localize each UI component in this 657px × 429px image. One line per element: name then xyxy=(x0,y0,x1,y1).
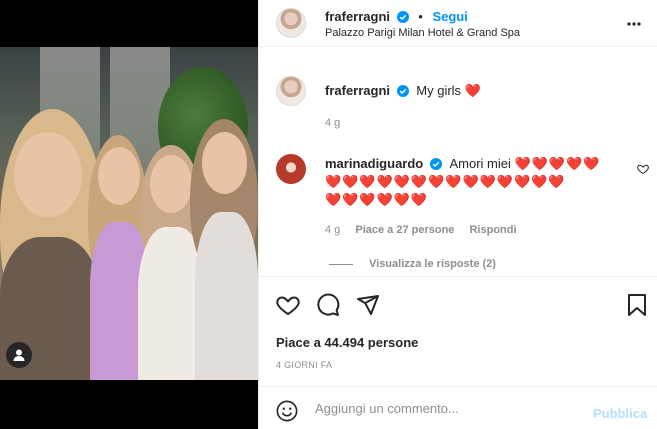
like-heart-icon[interactable] xyxy=(276,293,300,317)
comment-username[interactable]: marinadiguardo xyxy=(325,156,423,171)
comment-hearts-line1: ❤️❤️❤️❤️❤️ xyxy=(514,156,601,171)
replies-divider xyxy=(329,263,353,265)
share-paper-plane-icon[interactable] xyxy=(356,293,380,317)
view-replies-button[interactable]: Visualizza le risposte (2) xyxy=(329,258,496,270)
comment-input[interactable] xyxy=(315,398,585,418)
emoji-smiley-icon[interactable] xyxy=(276,400,298,422)
follow-button[interactable]: Segui xyxy=(432,9,467,24)
person-face xyxy=(150,155,192,213)
photo-pane xyxy=(0,0,258,429)
comment-bubble-icon[interactable] xyxy=(316,293,340,317)
verified-badge-icon xyxy=(396,11,409,23)
person-face xyxy=(98,147,140,205)
caption-heart-emoji: ❤️ xyxy=(464,83,482,98)
comment: marinadiguardo Amori miei ❤️❤️❤️❤️❤️ ❤️❤… xyxy=(325,155,625,209)
person-face xyxy=(14,132,82,217)
post-likes[interactable]: Piace a 44.494 persone xyxy=(276,335,418,350)
publish-button[interactable]: Pubblica xyxy=(593,406,647,421)
caption-text: My girls xyxy=(416,83,462,98)
header-user-line: fraferragni • Segui xyxy=(325,9,468,24)
comment-like-heart-icon[interactable] xyxy=(637,163,649,175)
more-options-icon[interactable] xyxy=(626,16,642,32)
verified-badge-icon xyxy=(396,85,409,97)
post-actions: Piace a 44.494 persone 4 GIORNI FA xyxy=(259,276,657,386)
author-avatar[interactable] xyxy=(276,8,306,38)
user-icon xyxy=(13,349,25,361)
caption: fraferragni My girls ❤️ xyxy=(325,83,482,99)
comment-hearts-line2: ❤️❤️❤️❤️❤️❤️❤️❤️❤️❤️❤️❤️❤️❤️ xyxy=(325,174,566,189)
post-location[interactable]: Palazzo Parigi Milan Hotel & Grand Spa xyxy=(325,27,520,39)
caption-author-avatar[interactable] xyxy=(276,76,306,106)
person-clothes xyxy=(195,212,258,380)
comment-hearts-line3: ❤️❤️❤️❤️❤️❤️ xyxy=(325,192,429,207)
verified-badge-icon xyxy=(429,158,442,170)
post-likes-text: Piace a 44.494 persone xyxy=(276,335,419,350)
save-bookmark-icon[interactable] xyxy=(626,293,648,317)
tagged-users-button[interactable] xyxy=(6,342,32,368)
comment-meta: 4 g Piace a 27 persone Rispondi xyxy=(325,224,529,236)
post-header: fraferragni • Segui Palazzo Parigi Milan… xyxy=(259,0,657,47)
view-replies-label: Visualizza le risposte (2) xyxy=(369,258,496,270)
person-face xyxy=(202,132,247,194)
caption-username[interactable]: fraferragni xyxy=(325,83,390,98)
caption-timestamp[interactable]: 4 g xyxy=(325,117,340,129)
commenter-avatar[interactable] xyxy=(276,154,306,184)
post-photo[interactable] xyxy=(0,47,258,380)
comment-likes-count[interactable]: Piace a 27 persone xyxy=(355,224,454,236)
separator-dot: • xyxy=(418,9,423,24)
post-details: fraferragni • Segui Palazzo Parigi Milan… xyxy=(258,0,657,429)
comment-text: Amori miei xyxy=(449,156,511,171)
author-username[interactable]: fraferragni xyxy=(325,9,390,24)
reply-button[interactable]: Rispondi xyxy=(469,224,516,236)
add-comment-bar: Pubblica xyxy=(259,386,657,429)
comment-timestamp[interactable]: 4 g xyxy=(325,224,340,236)
post-date[interactable]: 4 GIORNI FA xyxy=(276,360,332,370)
